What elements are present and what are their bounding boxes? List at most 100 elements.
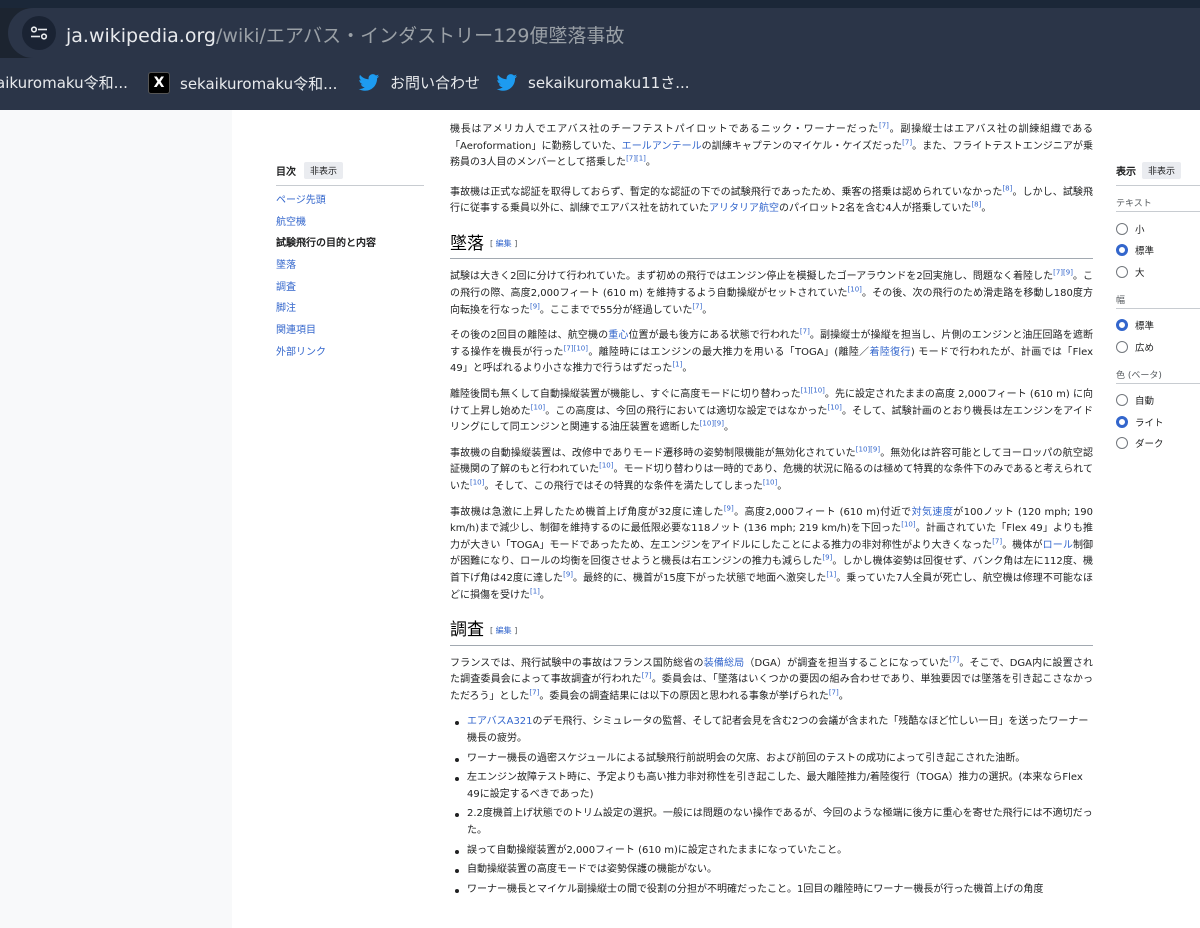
heading-investigation: 調査 [ 編集 ] — [450, 618, 1093, 646]
citation[interactable]: [9] — [822, 554, 832, 562]
url-domain: ja.wikipedia.org — [66, 25, 216, 47]
bookmark-item[interactable]: sekaikuromaku11さ... — [496, 72, 690, 93]
citation[interactable]: [1] — [530, 587, 540, 595]
radio-button-selected[interactable] — [1116, 415, 1128, 428]
width-standard-option[interactable]: 標準 — [1116, 315, 1200, 337]
text-size-standard-option[interactable]: 標準 — [1116, 240, 1200, 262]
citation[interactable]: [10] — [848, 286, 862, 294]
link-a321[interactable]: エアバスA321 — [467, 716, 533, 727]
toc-item-investigation[interactable]: 調査 — [276, 281, 424, 303]
edit-section-link[interactable]: [ 編集 ] — [490, 626, 517, 635]
link-go-around[interactable]: 着陸復行 — [870, 347, 911, 358]
citation[interactable]: [10][9] — [700, 420, 724, 428]
toc-item-external-links[interactable]: 外部リンク — [276, 346, 424, 368]
color-light-option[interactable]: ライト — [1116, 411, 1200, 433]
citation[interactable]: [7][1] — [626, 155, 646, 163]
citation[interactable]: [10][9] — [856, 445, 880, 453]
paragraph-crash-5: 事故機は急激に上昇したため機首上げ角度が32度に達した[9]。高度2,000フィ… — [450, 505, 1093, 605]
link-alitalia[interactable]: アリタリア航空 — [709, 203, 779, 214]
citation[interactable]: [9] — [724, 504, 734, 512]
toc-item-test-flight[interactable]: 試験飛行の目的と内容 — [276, 237, 424, 259]
citation[interactable]: [1][10] — [801, 387, 825, 395]
citation[interactable]: [9] — [563, 571, 573, 579]
link-dga[interactable]: 装備総局 — [704, 658, 745, 669]
link-roll[interactable]: ロール — [1043, 540, 1073, 551]
bookmark-label: aikuromaku令和... — [0, 74, 128, 92]
citation[interactable]: [7] — [642, 672, 652, 680]
toc-title: 目次 — [276, 167, 296, 178]
citation[interactable]: [10] — [470, 479, 484, 487]
toc-item-related[interactable]: 関連項目 — [276, 324, 424, 346]
option-label: 標準 — [1135, 321, 1155, 333]
citation[interactable]: [7] — [692, 302, 702, 310]
citation[interactable]: [10] — [763, 479, 777, 487]
bracket: ] — [514, 625, 518, 635]
link-aer-lingus[interactable]: エールアンテール — [622, 141, 702, 152]
address-bar[interactable]: ja.wikipedia.org/wiki/エアバス・インダストリー129便墜落… — [8, 8, 1200, 58]
radio-button[interactable] — [1116, 394, 1128, 407]
text: のデモ飛行、シミュレータの監督、そして記者会見を含む2つの会議が含まれた「残酷な… — [467, 716, 1089, 745]
option-label: ダーク — [1135, 439, 1164, 451]
radio-button[interactable] — [1116, 265, 1128, 278]
toc-item-notes[interactable]: 脚注 — [276, 302, 424, 324]
citation[interactable]: [9] — [530, 302, 540, 310]
link-airspeed[interactable]: 対気速度 — [912, 507, 954, 518]
citation[interactable]: [7] — [829, 689, 839, 697]
paragraph-crash-1: 試験は大きく2回に分けて行われていた。まず初めの飛行ではエンジン停止を模擬したゴ… — [450, 269, 1093, 319]
toc-hide-button[interactable]: 非表示 — [304, 162, 344, 179]
citation[interactable]: [7] — [992, 537, 1002, 545]
appearance-panel: 表示 非表示 テキスト 小 標準 大 幅 標準 広め 色 (ベータ) 自動 ライ… — [1116, 162, 1200, 454]
toc-item-aircraft[interactable]: 航空機 — [276, 216, 424, 238]
site-info-icon[interactable] — [22, 16, 56, 50]
text: 。 — [702, 304, 713, 316]
citation[interactable]: [7] — [800, 328, 810, 336]
edit-section-link[interactable]: [ 編集 ] — [490, 239, 517, 248]
edit-link[interactable]: 編集 — [496, 626, 512, 635]
text-size-large-option[interactable]: 大 — [1116, 261, 1200, 283]
citation[interactable]: [7][10] — [564, 345, 588, 353]
toc-item-crash[interactable]: 墜落 — [276, 259, 424, 281]
color-dark-option[interactable]: ダーク — [1116, 433, 1200, 455]
citation[interactable]: [8] — [1002, 184, 1012, 192]
bookmark-label: sekaikuromaku11さ... — [528, 74, 690, 92]
citation[interactable]: [10] — [827, 403, 841, 411]
text: 機長はアメリカ人でエアバス社のチーフテストパイロットであるニック・ワーナーだった — [450, 124, 879, 135]
text: 事故機は正式な認証を取得しておらず、暫定的な認証の下での試験飛行であったため、乗… — [450, 186, 1003, 198]
width-wide-option[interactable]: 広め — [1116, 336, 1200, 358]
citation[interactable]: [7] — [529, 689, 539, 697]
text: 試験は大きく2回に分けて行われていた。まず初めの飛行ではエンジン停止を模擬したゴ… — [450, 271, 1054, 283]
text: 。最終的に、機首が15度下がった状態で地面へ激突した — [573, 572, 827, 584]
toc-item-page-top[interactable]: ページ先頭 — [276, 194, 424, 216]
color-auto-option[interactable]: 自動 — [1116, 390, 1200, 412]
url-text[interactable]: ja.wikipedia.org/wiki/エアバス・インダストリー129便墜落… — [66, 21, 624, 48]
paragraph-crash-4: 事故機の自動操縦装置は、改修中でありモード遷移時の姿勢制限機能が無効化されていた… — [450, 446, 1093, 496]
bookmark-label: お問い合わせ — [390, 74, 481, 92]
text: 。機体が — [1002, 539, 1043, 551]
radio-button-selected[interactable] — [1116, 244, 1128, 257]
citation[interactable]: [7] — [902, 138, 912, 146]
citation[interactable]: [8] — [971, 201, 981, 209]
citation[interactable]: [10] — [599, 462, 613, 470]
bookmark-item[interactable]: aikuromaku令和... — [0, 72, 128, 93]
citation[interactable]: [7] — [949, 655, 959, 663]
text-size-small-option[interactable]: 小 — [1116, 218, 1200, 240]
bookmark-item[interactable]: お問い合わせ — [358, 72, 480, 93]
radio-button[interactable] — [1116, 340, 1128, 353]
citation[interactable]: [1] — [826, 571, 836, 579]
text: 。高度2,000フィート (610 m)付近で — [733, 506, 912, 518]
citation[interactable]: [1] — [672, 361, 682, 369]
list-item: 左エンジン故障テスト時に、予定よりも高い推力非対称性を引き起こした、最大離陸推力… — [450, 770, 1093, 803]
radio-button[interactable] — [1116, 437, 1128, 450]
citation[interactable]: [7] — [879, 122, 889, 130]
citation[interactable]: [10] — [531, 403, 545, 411]
radio-button[interactable] — [1116, 222, 1128, 235]
paragraph-crew: 機長はアメリカ人でエアバス社のチーフテストパイロットであるニック・ワーナーだった… — [450, 122, 1093, 172]
radio-button-selected[interactable] — [1116, 319, 1128, 332]
edit-link[interactable]: 編集 — [496, 239, 512, 248]
link-center-of-gravity[interactable]: 重心 — [608, 330, 628, 341]
citation[interactable]: [10] — [901, 521, 915, 529]
citation[interactable]: [7][9] — [1053, 269, 1073, 277]
text: 。 — [682, 363, 693, 375]
appearance-hide-button[interactable]: 非表示 — [1142, 162, 1182, 179]
bookmark-item[interactable]: X sekaikuromaku令和... — [148, 72, 337, 94]
